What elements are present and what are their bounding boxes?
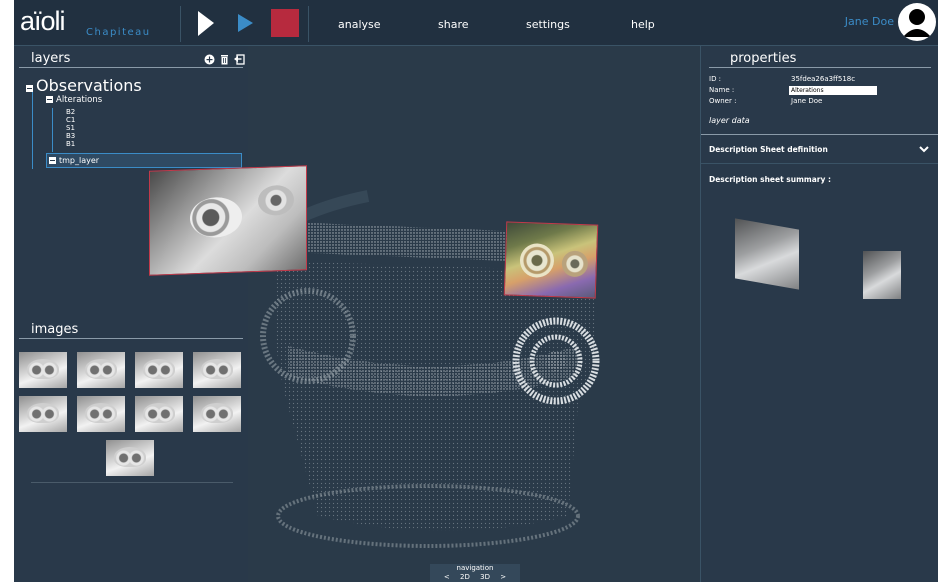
image-thumbnail[interactable]: [19, 396, 67, 432]
image-thumbnail[interactable]: [77, 352, 125, 388]
select-tool-button[interactable]: [192, 8, 222, 38]
tree-connector: [52, 108, 53, 152]
layers-divider: [19, 67, 243, 68]
trash-icon[interactable]: [219, 50, 230, 65]
section-divider: [701, 163, 938, 164]
summary-preview-image: [735, 218, 799, 290]
menu-analyse[interactable]: analyse: [338, 18, 381, 31]
name-field[interactable]: [789, 86, 877, 95]
project-name: Chapiteau: [86, 27, 151, 38]
play-button[interactable]: [230, 8, 260, 38]
images-title: images: [31, 322, 79, 337]
image-thumbnail[interactable]: [106, 440, 154, 476]
3d-viewport[interactable]: navigation < 2D 3D >: [248, 46, 700, 582]
menu-settings[interactable]: settings: [526, 18, 570, 31]
images-divider: [19, 338, 243, 339]
tree-connector: [32, 89, 33, 169]
navigation-buttons: < 2D 3D >: [430, 573, 520, 582]
owner-value: Jane Doe: [791, 97, 823, 105]
tree-node-label: Observations: [36, 76, 142, 95]
image-thumbnail[interactable]: [193, 396, 241, 432]
description-sheet-definition[interactable]: Description Sheet definition: [709, 145, 828, 154]
nav-2d-button[interactable]: 2D: [460, 573, 470, 581]
image-thumbnail[interactable]: [77, 396, 125, 432]
nav-next-button[interactable]: >: [500, 573, 506, 581]
add-icon[interactable]: [204, 50, 215, 65]
properties-divider: [709, 67, 931, 68]
outer-window-strip: [0, 0, 14, 582]
top-bar: aïoli Chapiteau analyse share settings h…: [14, 0, 938, 46]
camera-photo-overlay[interactable]: [149, 165, 307, 276]
owner-label: Owner :: [709, 97, 737, 105]
play-icon: [238, 14, 253, 32]
tree-leaf[interactable]: C1: [66, 116, 75, 124]
nav-3d-button[interactable]: 3D: [480, 573, 490, 581]
toolbar-divider: [180, 6, 181, 42]
user-name[interactable]: Jane Doe: [845, 15, 894, 28]
section-divider: [701, 134, 938, 135]
nav-prev-button[interactable]: <: [444, 573, 450, 581]
menu-help[interactable]: help: [631, 18, 655, 31]
tree-node-alterations[interactable]: Alterations: [46, 95, 102, 105]
layers-title: layers: [31, 51, 71, 66]
toolbar-divider: [308, 6, 309, 42]
collapse-icon[interactable]: [49, 157, 56, 164]
description-sheet-summary: Description sheet summary :: [709, 175, 831, 184]
image-thumbnail[interactable]: [193, 352, 241, 388]
id-value: 35fdea26a3ff518c: [791, 75, 856, 83]
right-panel: properties ID : 35fdea26a3ff518c Name : …: [700, 46, 938, 582]
cursor-icon: [198, 11, 214, 36]
navigation-title: navigation: [456, 564, 494, 572]
navigation-box: navigation < 2D 3D >: [430, 564, 520, 582]
summary-preview-image: [863, 251, 901, 299]
tree-leaf[interactable]: B2: [66, 108, 75, 116]
properties-title: properties: [730, 51, 797, 66]
left-panel: layers Observations Alterations B2 C1 S1…: [14, 46, 248, 582]
tree-leaf[interactable]: B1: [66, 140, 75, 148]
gallery-divider: [31, 482, 233, 483]
name-label: Name :: [709, 86, 735, 94]
tree-node-label: Alterations: [56, 95, 103, 105]
aioli-app: aïoli Chapiteau analyse share settings h…: [14, 0, 938, 582]
id-label: ID :: [709, 75, 722, 83]
tree-node-observations[interactable]: Observations: [26, 78, 142, 94]
tree-node-tmp-layer[interactable]: tmp_layer: [46, 153, 242, 168]
layer-toolbar: [204, 50, 245, 65]
tree-leaf[interactable]: S1: [66, 124, 75, 132]
image-thumbnail[interactable]: [135, 352, 183, 388]
menu-share[interactable]: share: [438, 18, 469, 31]
avatar[interactable]: [898, 3, 936, 41]
layer-data-label: layer data: [709, 116, 750, 125]
point-cloud-capital: [248, 190, 600, 548]
collapse-icon[interactable]: [46, 96, 53, 103]
image-thumbnail[interactable]: [135, 396, 183, 432]
import-icon[interactable]: [234, 50, 245, 65]
record-button[interactable]: [271, 9, 299, 37]
collapse-icon[interactable]: [26, 85, 33, 92]
tree-leaf[interactable]: B3: [66, 132, 75, 140]
user-silhouette-icon: [899, 4, 935, 40]
chevron-down-icon[interactable]: [917, 141, 931, 155]
tree-children: B2 C1 S1 B3 B1: [66, 108, 75, 148]
image-thumbnail[interactable]: [19, 352, 67, 388]
camera-photo-overlay[interactable]: [503, 221, 599, 299]
tree-node-label: tmp_layer: [59, 156, 100, 165]
app-logo[interactable]: aïoli: [20, 6, 66, 37]
